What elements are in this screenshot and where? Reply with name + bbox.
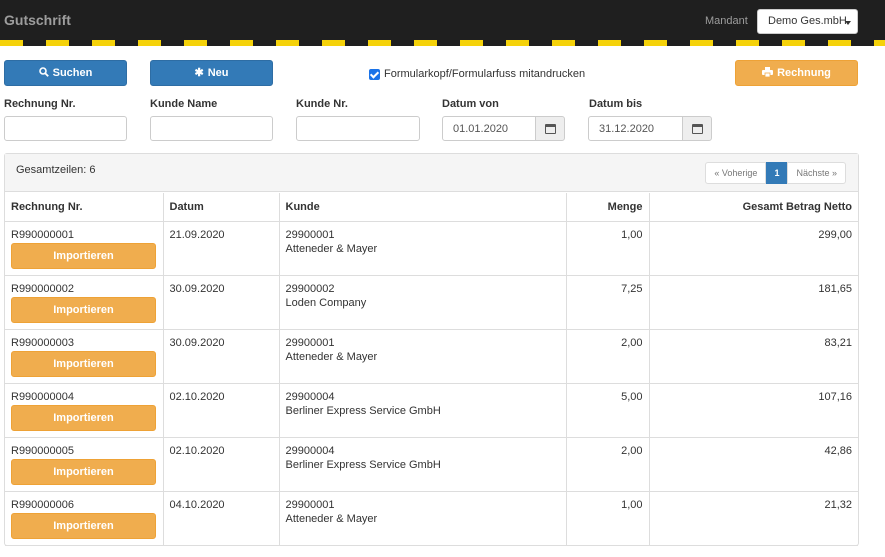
app-title: Gutschrift [4,12,71,28]
customer-no-label: Kunde Nr. [296,98,348,110]
pager-previous[interactable]: « Voherige [705,162,767,184]
customer-name-label: Kunde Name [150,98,218,110]
calendar-icon [692,124,703,134]
customer-name: Atteneder & Mayer [285,242,378,255]
invoice-date: 04.10.2020 [163,491,280,546]
mandant-value: Demo Ges.mbH [768,15,847,27]
pagination: « Voherige 1 Nächste » [705,162,846,184]
invoice-no-label: Rechnung Nr. [4,98,76,110]
table-row: R990000001 Importieren 21.09.2020 2990000… [5,221,858,276]
caret-down-icon [845,21,851,25]
date-from-input[interactable]: 01.01.2020 [442,116,536,141]
search-button-label: Suchen [52,67,93,79]
column-header-date[interactable]: Datum [163,193,280,222]
top-navbar: Gutschrift Mandant Demo Ges.mbH [0,0,885,46]
net-total: 107,16 [649,383,858,438]
net-total: 181,65 [649,275,858,330]
customer-name: Atteneder & Mayer [285,512,378,525]
pager-page-1[interactable]: 1 [766,162,788,184]
invoice-date: 21.09.2020 [163,221,280,276]
invoice-date: 02.10.2020 [163,437,280,492]
hazard-stripe [0,40,885,46]
calendar-icon [545,124,556,134]
invoice-number: R990000006 [11,498,75,511]
results-panel: Gesamtzeilen: 6 « Voherige 1 Nächste » R… [4,153,859,546]
column-header-net-total[interactable]: Gesamt Betrag Netto [649,193,858,222]
invoice-number: R990000003 [11,336,75,349]
print-header-footer-option[interactable]: Formularkopf/Formularfuss mitandrucken [369,68,585,80]
table-row: R990000005 Importieren 02.10.2020 2990000… [5,437,858,492]
customer-number: 29900004 [285,444,335,457]
import-button[interactable]: Importieren [11,350,156,377]
invoice-no-input[interactable] [4,116,127,141]
results-panel-header: Gesamtzeilen: 6 « Voherige 1 Nächste » [5,154,858,192]
quantity: 2,00 [566,437,650,492]
date-from-calendar-button[interactable] [535,116,565,141]
table-row: R990000003 Importieren 30.09.2020 2990000… [5,329,858,384]
pager-next[interactable]: Nächste » [787,162,846,184]
search-button[interactable]: Suchen [4,60,127,86]
table-header-row: Rechnung Nr. Datum Kunde Menge Gesamt Be… [5,193,858,222]
customer-name: Berliner Express Service GmbH [285,404,441,417]
import-button[interactable]: Importieren [11,512,156,539]
customer-name: Loden Company [285,296,367,309]
date-from-label: Datum von [442,98,499,110]
import-button[interactable]: Importieren [11,296,156,323]
quantity: 1,00 [566,221,650,276]
invoice-button-label: Rechnung [777,67,831,79]
mandant-dropdown[interactable]: Demo Ges.mbH [757,9,858,34]
quantity: 1,00 [566,491,650,546]
customer-name: Berliner Express Service GmbH [285,458,441,471]
total-rows-text: Gesamtzeilen: 6 [16,164,96,176]
column-header-invoice-no[interactable]: Rechnung Nr. [5,193,164,222]
invoice-date: 30.09.2020 [163,329,280,384]
date-to-input[interactable]: 31.12.2020 [588,116,683,141]
date-to-label: Datum bis [589,98,643,110]
quantity: 5,00 [566,383,650,438]
table-row: R990000006 Importieren 04.10.2020 2990000… [5,491,858,546]
customer-number: 29900001 [285,336,335,349]
column-header-customer[interactable]: Kunde [279,193,567,222]
import-button[interactable]: Importieren [11,242,156,269]
invoice-number: R990000002 [11,282,75,295]
new-button-label: Neu [207,67,229,79]
print-icon [762,61,774,85]
search-icon [38,61,49,85]
date-to-calendar-button[interactable] [682,116,712,141]
quantity: 2,00 [566,329,650,384]
import-button[interactable]: Importieren [11,458,156,485]
results-table: Rechnung Nr. Datum Kunde Menge Gesamt Be… [5,193,858,546]
asterisk-icon: ✱ [194,67,204,79]
invoice-number: R990000005 [11,444,75,457]
new-button[interactable]: ✱ Neu [150,60,273,86]
table-row: R990000002 Importieren 30.09.2020 2990000… [5,275,858,330]
quantity: 7,25 [566,275,650,330]
invoice-date: 30.09.2020 [163,275,280,330]
customer-name: Atteneder & Mayer [285,350,378,363]
invoice-number: R990000001 [11,228,75,241]
invoice-date: 02.10.2020 [163,383,280,438]
column-header-quantity[interactable]: Menge [566,193,650,222]
net-total: 42,86 [649,437,858,492]
customer-number: 29900004 [285,390,335,403]
table-row: R990000004 Importieren 02.10.2020 2990000… [5,383,858,438]
customer-number: 29900001 [285,498,335,511]
net-total: 21,32 [649,491,858,546]
customer-name-input[interactable] [150,116,273,141]
import-button[interactable]: Importieren [11,404,156,431]
net-total: 299,00 [649,221,858,276]
print-header-footer-label: Formularkopf/Formularfuss mitandrucken [384,68,586,80]
print-header-footer-checkbox[interactable] [369,68,380,80]
invoice-number: R990000004 [11,390,75,403]
customer-number: 29900002 [285,282,335,295]
customer-no-input[interactable] [296,116,420,141]
net-total: 83,21 [649,329,858,384]
invoice-print-button[interactable]: Rechnung [735,60,858,86]
customer-number: 29900001 [285,228,335,241]
mandant-label: Mandant [705,15,748,27]
